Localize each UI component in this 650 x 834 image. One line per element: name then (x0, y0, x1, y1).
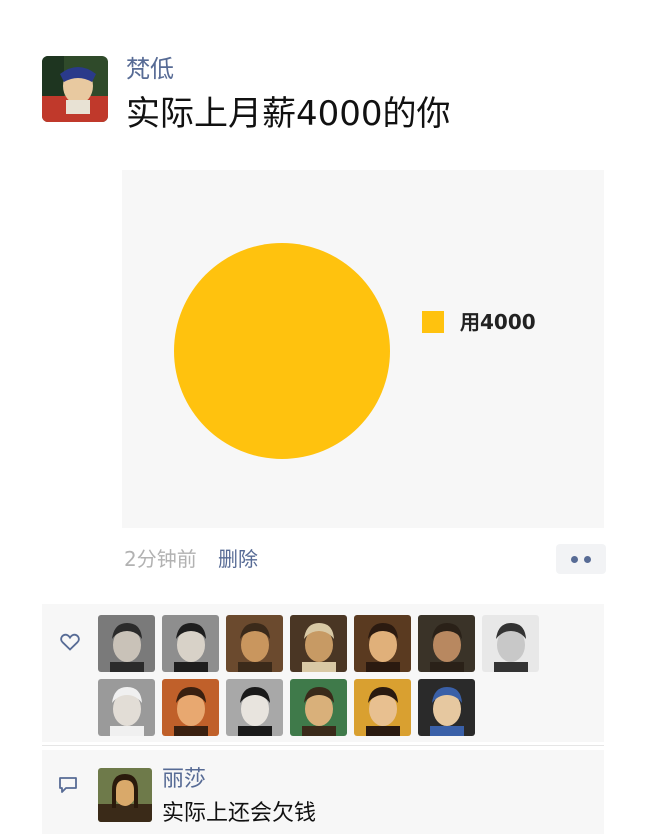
legend-swatch (422, 311, 444, 333)
like-avatar[interactable] (290, 679, 347, 736)
commenter-avatar[interactable] (98, 768, 152, 822)
delete-link[interactable]: 删除 (218, 545, 258, 573)
more-dot-icon (584, 555, 591, 563)
pie-chart: 用4000 (174, 243, 536, 459)
like-avatar[interactable] (290, 615, 347, 672)
like-avatar[interactable] (162, 615, 219, 672)
like-avatar[interactable] (226, 615, 283, 672)
portrait-icon (354, 679, 411, 736)
like-avatar-grid (98, 615, 544, 736)
like-avatar[interactable] (354, 679, 411, 736)
legend-label: 用4000 (460, 310, 536, 334)
like-avatar[interactable] (226, 679, 283, 736)
portrait-icon (98, 615, 155, 672)
poster-avatar[interactable] (42, 56, 108, 122)
portrait-icon (418, 615, 475, 672)
commenter-name[interactable]: 丽莎 (162, 766, 206, 794)
portrait-icon (290, 615, 347, 672)
portrait-icon (354, 615, 411, 672)
commenter-avatar-image (98, 768, 152, 822)
like-avatar[interactable] (418, 615, 475, 672)
portrait-icon (482, 615, 539, 672)
divider (42, 745, 604, 746)
more-dot-icon (571, 555, 578, 563)
like-avatar[interactable] (354, 615, 411, 672)
comment-text: 实际上还会欠钱 (162, 801, 317, 826)
portrait-icon (290, 679, 347, 736)
poster-name[interactable]: 梵低 (126, 54, 174, 84)
heart-outline-icon (60, 633, 80, 651)
portrait-icon (162, 615, 219, 672)
like-avatar[interactable] (98, 615, 155, 672)
pie-chart-card: 用4000 (122, 170, 604, 528)
portrait-icon (98, 679, 155, 736)
post-time: 2分钟前 (124, 547, 197, 571)
like-avatar[interactable] (418, 679, 475, 736)
like-avatar[interactable] (482, 615, 539, 672)
portrait-icon (162, 679, 219, 736)
comment-icon (59, 777, 77, 793)
portrait-icon (226, 679, 283, 736)
pie-slice (174, 243, 390, 459)
post-text: 实际上月薪4000的你 (126, 94, 451, 134)
poster-avatar-image (42, 56, 108, 122)
like-avatar[interactable] (162, 679, 219, 736)
more-actions-button[interactable] (556, 544, 606, 574)
like-avatar[interactable] (98, 679, 155, 736)
portrait-icon (226, 615, 283, 672)
portrait-icon (418, 679, 475, 736)
